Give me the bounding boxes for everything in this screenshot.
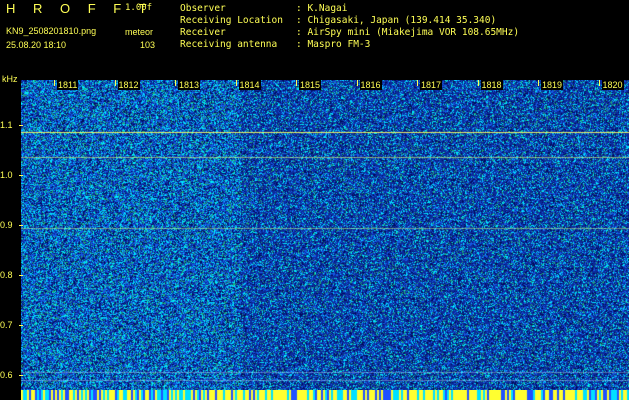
y-tick-label: 1.1 (0, 120, 13, 130)
x-tick-mark (598, 80, 600, 86)
receiver-row: Receiver : AirSpy mini (Miakejima VOR 108… (180, 28, 519, 38)
observer-key: Observer (180, 3, 226, 14)
x-tick-label: 1818 (480, 80, 503, 90)
x-tick-label: 1816 (359, 80, 382, 90)
detection-count: 103 (140, 40, 156, 50)
y-tick-label: 0.6 (0, 370, 13, 380)
x-tick-mark (356, 80, 358, 86)
x-tick-mark (54, 80, 55, 86)
location-value: : Chigasaki, Japan (139.414 35.340) (296, 15, 497, 26)
spectrogram-plot (21, 80, 629, 392)
y-tick-mark (19, 375, 23, 376)
x-tick-label: 1820 (601, 80, 624, 90)
signal-strip (21, 390, 629, 400)
y-tick-label: 0.8 (0, 270, 13, 280)
x-tick-label: 1819 (541, 80, 564, 90)
x-tick-mark (538, 80, 539, 86)
x-tick-mark (114, 80, 116, 86)
x-tick-label: 1812 (117, 80, 140, 90)
waterfall-canvas (21, 80, 629, 392)
receiver-key: Receiver (180, 27, 226, 38)
y-tick-label: 0.9 (0, 220, 13, 230)
y-tick-label: 0.7 (0, 320, 13, 330)
x-tick-mark (235, 80, 237, 86)
observer-row: Observer : K.Nagai (180, 4, 347, 14)
antenna-row: Receiving antenna : Maspro FM-3 (180, 40, 370, 50)
date-time: 25.08.20 18:10 (6, 40, 67, 50)
y-tick-mark (19, 325, 23, 326)
x-tick-mark (296, 80, 297, 86)
y-tick-mark (19, 175, 23, 176)
antenna-key: Receiving antenna (180, 39, 278, 50)
x-tick-label: 1811 (57, 80, 79, 90)
y-tick-mark (19, 275, 23, 276)
observer-value: : K.Nagai (296, 3, 348, 14)
x-tick-label: 1814 (238, 80, 261, 90)
y-tick-mark (19, 125, 23, 126)
x-tick-label: 1815 (299, 80, 322, 90)
y-tick-label: 1.0 (0, 170, 13, 180)
y-tick-mark (19, 225, 23, 226)
header-panel: H R O F F T 1.00f KN9_2508201810.png met… (0, 0, 629, 76)
location-row: Receiving Location : Chigasaki, Japan (13… (180, 16, 496, 26)
x-tick-mark (477, 80, 479, 86)
file-name: KN9_2508201810.png (6, 26, 97, 36)
x-tick-mark (417, 80, 418, 86)
antenna-value: : Maspro FM-3 (296, 39, 371, 50)
mode-label: meteor (125, 27, 154, 37)
location-key: Receiving Location (180, 15, 283, 26)
receiver-value: : AirSpy mini (Miakejima VOR 108.65MHz) (296, 27, 520, 38)
x-tick-label: 1813 (178, 80, 201, 90)
x-tick-mark (175, 80, 176, 86)
y-unit-label: kHz (2, 74, 18, 84)
app-version: 1.00f (125, 3, 153, 13)
x-tick-label: 1817 (420, 80, 443, 90)
